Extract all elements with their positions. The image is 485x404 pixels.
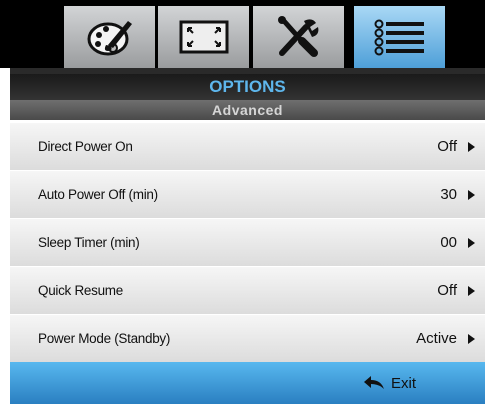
palette-icon [86, 15, 134, 59]
menu-item-sleep-timer[interactable]: Sleep Timer (min) 00 [10, 218, 485, 266]
return-arrow-icon [363, 376, 385, 390]
menu-item-label: Direct Power On [38, 139, 133, 154]
tab-setup[interactable] [253, 6, 344, 68]
menu-item-label: Auto Power Off (min) [38, 187, 158, 202]
page-subtitle: Advanced [10, 100, 485, 120]
menu-item-value: 30 [440, 186, 457, 203]
arrow-right-icon[interactable] [468, 190, 475, 200]
menu-item-power-mode[interactable]: Power Mode (Standby) Active [10, 314, 485, 362]
osd-menu: OPTIONS Advanced Direct Power On Off Aut… [0, 0, 485, 404]
tab-screen[interactable] [158, 6, 249, 68]
menu-item-auto-power-off[interactable]: Auto Power Off (min) 30 [10, 170, 485, 218]
list-settings-icon [373, 18, 427, 56]
screen-resize-icon [178, 19, 230, 55]
menu-item-label: Sleep Timer (min) [38, 235, 140, 250]
tab-display[interactable] [64, 6, 155, 68]
tab-bar [0, 0, 485, 68]
tools-icon [276, 15, 322, 59]
menu-item-label: Quick Resume [38, 283, 123, 298]
menu-item-quick-resume[interactable]: Quick Resume Off [10, 266, 485, 314]
exit-button[interactable]: Exit [363, 362, 416, 404]
footer-bar: Exit [10, 362, 485, 404]
menu-item-value: Active [416, 330, 457, 347]
tab-options[interactable] [354, 6, 445, 68]
page-title: OPTIONS [10, 74, 485, 100]
menu-item-value: Off [437, 138, 457, 155]
menu-item-value: 00 [440, 234, 457, 251]
arrow-right-icon[interactable] [468, 286, 475, 296]
menu-item-label: Power Mode (Standby) [38, 331, 171, 346]
arrow-right-icon[interactable] [468, 142, 475, 152]
menu-item-direct-power-on[interactable]: Direct Power On Off [10, 122, 485, 170]
arrow-right-icon[interactable] [468, 238, 475, 248]
arrow-right-icon[interactable] [468, 334, 475, 344]
menu-item-value: Off [437, 282, 457, 299]
exit-label: Exit [391, 374, 417, 392]
